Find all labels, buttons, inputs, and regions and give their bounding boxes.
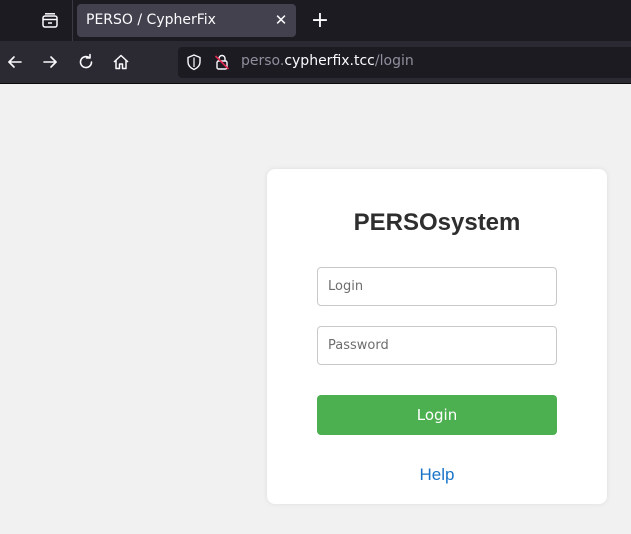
tab-strip: PERSO / CypherFix ✕ + — [0, 0, 631, 41]
url-text[interactable]: perso.cypherfix.tcc/login — [241, 53, 414, 69]
address-bar[interactable]: perso.cypherfix.tcc/login — [178, 47, 631, 78]
back-arrow-icon[interactable] — [2, 49, 28, 75]
login-button[interactable]: Login — [317, 395, 557, 435]
forward-arrow-icon[interactable] — [37, 49, 63, 75]
help-link[interactable]: Help — [267, 465, 607, 485]
tab-strip-divider — [72, 0, 73, 41]
insecure-lock-icon[interactable] — [213, 53, 231, 71]
password-input[interactable] — [317, 326, 557, 365]
home-icon[interactable] — [108, 49, 134, 75]
url-prefix: perso. — [241, 53, 285, 69]
login-input[interactable] — [317, 267, 557, 306]
url-host: cypherfix.tcc — [284, 53, 375, 69]
navigation-bar: perso.cypherfix.tcc/login — [0, 41, 631, 84]
url-path: /login — [374, 53, 414, 69]
close-icon[interactable]: ✕ — [271, 10, 291, 30]
tab-title: PERSO / CypherFix — [86, 12, 216, 28]
reload-icon[interactable] — [73, 49, 99, 75]
login-card: PERSOsystem Login Help — [267, 169, 607, 504]
tracking-shield-icon[interactable] — [185, 53, 203, 71]
tab-list-icon[interactable] — [38, 9, 62, 33]
page-title: PERSOsystem — [353, 209, 521, 236]
active-tab[interactable]: PERSO / CypherFix ✕ — [77, 4, 296, 37]
new-tab-button[interactable]: + — [308, 9, 332, 33]
page-content: PERSOsystem Login Help — [0, 84, 631, 534]
